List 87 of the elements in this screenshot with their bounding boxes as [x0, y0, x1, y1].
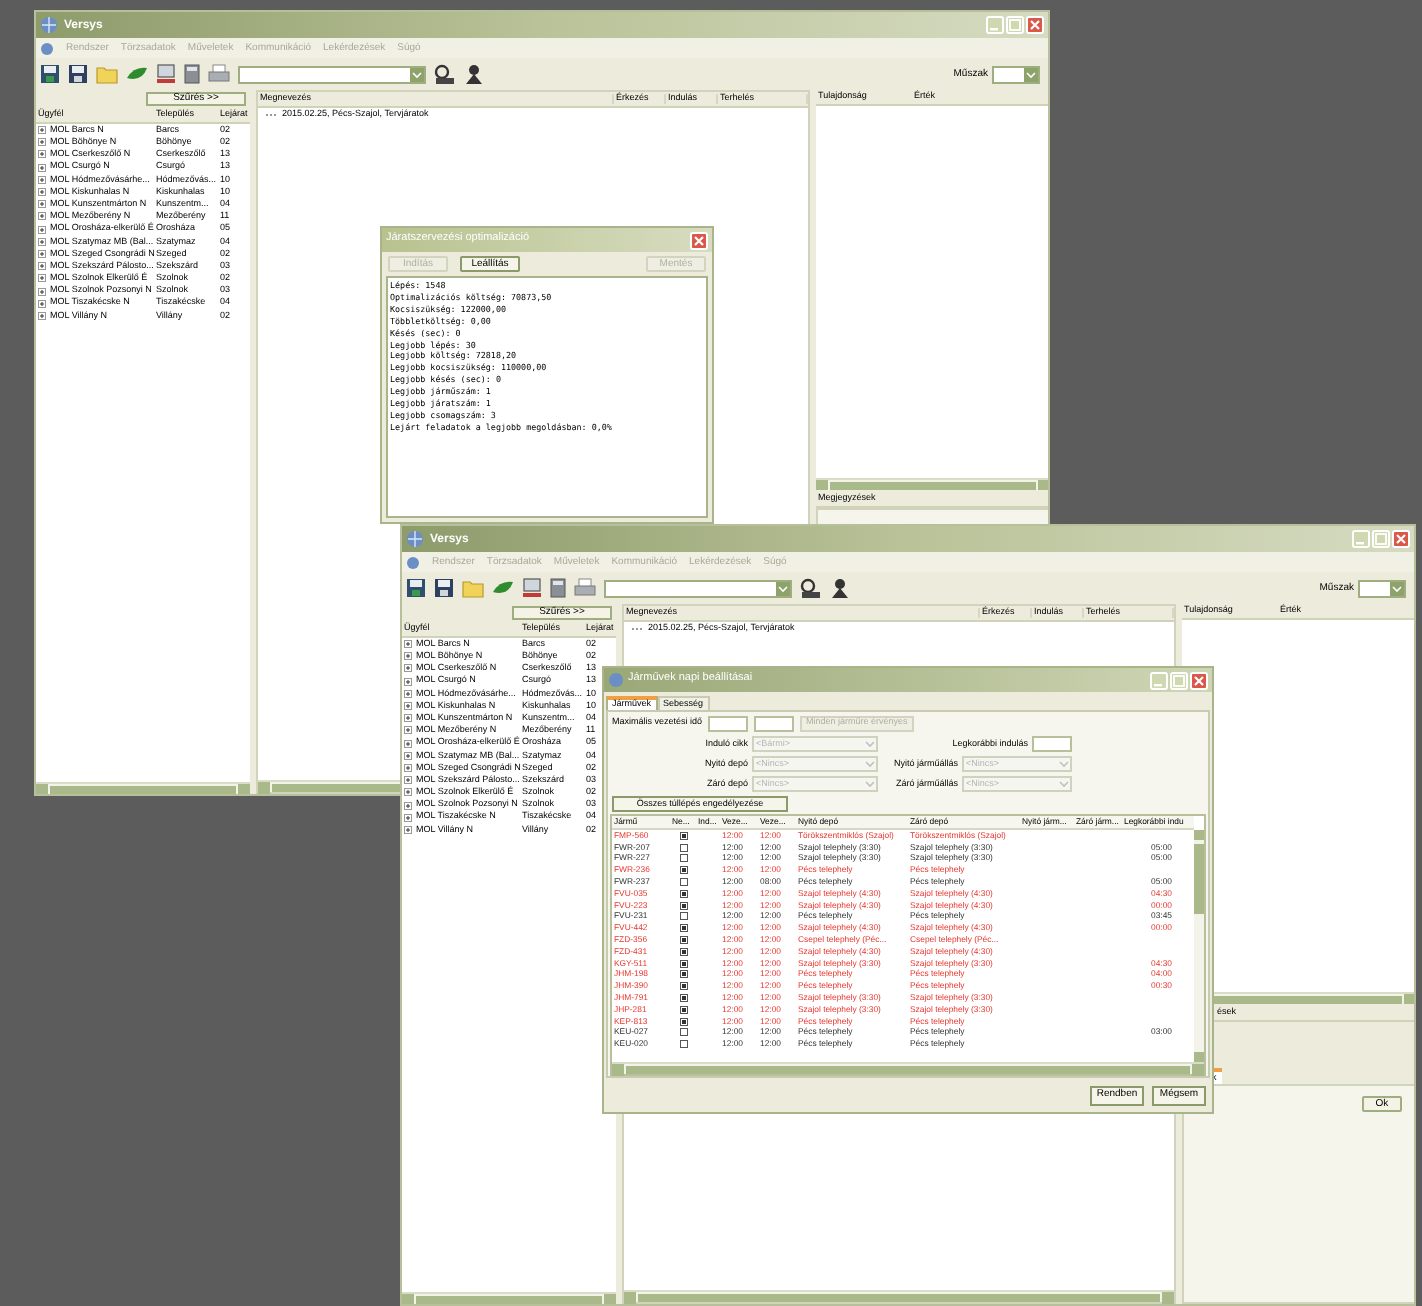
globe-icon [608, 672, 624, 688]
save-all-icon[interactable] [434, 578, 454, 598]
expand-icon[interactable] [404, 640, 412, 649]
expand-icon[interactable] [404, 664, 412, 673]
horizontal-scrollbar[interactable] [816, 478, 1048, 490]
checkbox[interactable] [679, 1017, 687, 1026]
checkbox[interactable] [679, 831, 687, 840]
checkbox[interactable] [679, 843, 687, 852]
expand-icon[interactable] [38, 138, 46, 147]
close-button[interactable] [1190, 671, 1208, 689]
printer-icon[interactable] [574, 578, 596, 598]
expand-icon[interactable] [38, 188, 46, 197]
expand-icon[interactable] [38, 299, 46, 308]
expand-icon[interactable] [38, 150, 46, 159]
checkbox[interactable] [679, 947, 687, 956]
expand-icon[interactable] [404, 813, 412, 822]
expand-icon[interactable] [38, 126, 46, 135]
expand-icon[interactable] [404, 763, 412, 772]
checkbox[interactable] [679, 889, 687, 898]
checkbox[interactable] [679, 901, 687, 910]
input-field[interactable] [754, 715, 795, 731]
expand-icon[interactable] [38, 249, 46, 258]
printer-icon[interactable] [208, 64, 230, 84]
checkbox[interactable] [679, 1028, 687, 1037]
save-all-icon[interactable] [68, 64, 88, 84]
expand-icon[interactable] [38, 200, 46, 209]
checkbox[interactable] [679, 854, 687, 863]
expand-icon[interactable] [404, 788, 412, 797]
calculator-icon[interactable] [184, 64, 200, 84]
expand-icon[interactable] [404, 689, 412, 698]
expand-icon[interactable] [404, 825, 412, 834]
checkbox[interactable] [679, 1040, 687, 1049]
dropdown-arrow-icon [776, 581, 790, 595]
expand-icon[interactable] [38, 311, 46, 320]
checkbox[interactable] [679, 936, 687, 945]
horizontal-scrollbar[interactable] [612, 1062, 1204, 1074]
expand-icon[interactable] [404, 652, 412, 661]
checkbox[interactable] [679, 866, 687, 875]
expand-icon[interactable] [404, 776, 412, 785]
close-button[interactable] [1392, 530, 1410, 548]
leaf-icon[interactable] [492, 578, 514, 598]
globe-icon [406, 530, 424, 548]
checkbox[interactable] [679, 924, 687, 933]
close-button[interactable] [1026, 16, 1044, 34]
checkbox[interactable] [679, 994, 687, 1003]
close-button[interactable] [690, 231, 708, 249]
calculator-icon[interactable] [550, 578, 566, 598]
checkbox[interactable] [679, 1005, 687, 1014]
expand-icon[interactable] [38, 274, 46, 283]
monitor-icon[interactable] [522, 578, 542, 598]
globe-icon [40, 41, 54, 55]
globe-icon [406, 555, 420, 569]
expand-icon[interactable] [38, 212, 46, 221]
shift-combo[interactable] [992, 65, 1040, 83]
leaf-icon[interactable] [126, 64, 148, 84]
checkbox[interactable] [679, 912, 687, 921]
input-field[interactable] [1032, 736, 1072, 752]
expand-icon[interactable] [404, 801, 412, 810]
horizontal-scrollbar[interactable] [36, 782, 250, 794]
input-field[interactable] [708, 715, 749, 731]
dropdown-arrow-icon [410, 67, 424, 81]
expand-icon[interactable] [38, 175, 46, 184]
expand-icon[interactable] [38, 163, 46, 172]
globe-icon [40, 16, 58, 34]
checkbox[interactable] [679, 878, 687, 887]
expand-icon[interactable] [404, 714, 412, 723]
checkbox[interactable] [679, 970, 687, 979]
expand-icon[interactable] [38, 287, 46, 296]
vertical-scrollbar[interactable] [1194, 830, 1204, 1062]
checkbox[interactable] [679, 982, 687, 991]
dropdown-arrow-icon [1390, 581, 1404, 595]
expand-icon[interactable] [38, 262, 46, 271]
expand-icon[interactable] [38, 237, 46, 246]
expand-icon[interactable] [404, 677, 412, 686]
expand-icon[interactable] [404, 751, 412, 760]
expand-icon[interactable] [404, 726, 412, 735]
save-icon[interactable] [40, 64, 60, 84]
dropdown-arrow-icon [1024, 67, 1038, 81]
shift-combo[interactable] [1358, 579, 1406, 597]
expand-icon[interactable] [404, 702, 412, 711]
expand-icon[interactable] [404, 739, 412, 748]
horizontal-scrollbar[interactable] [402, 1292, 616, 1304]
horizontal-scrollbar[interactable] [624, 1290, 1174, 1302]
checkbox[interactable] [679, 959, 687, 968]
expand-icon[interactable] [38, 225, 46, 234]
save-icon[interactable] [406, 578, 426, 598]
monitor-icon[interactable] [156, 64, 176, 84]
